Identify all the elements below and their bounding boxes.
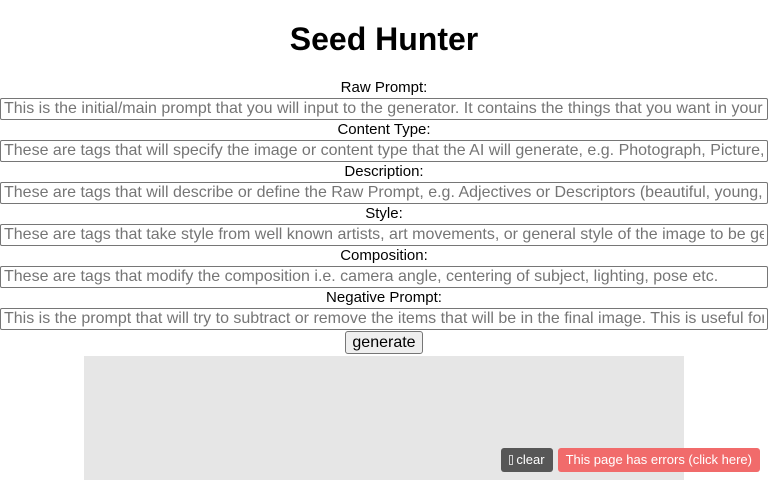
composition-input[interactable] [0, 266, 768, 288]
page-errors-button[interactable]: This page has errors (click here) [557, 448, 760, 472]
style-label: Style: [365, 205, 403, 222]
description-label: Description: [344, 163, 424, 180]
clear-button[interactable]: clear [501, 448, 553, 472]
console-bar: clear This page has errors (click here) [501, 448, 760, 472]
content-type-label: Content Type: [337, 121, 431, 138]
raw-prompt-label: Raw Prompt: [340, 79, 428, 96]
negative-prompt-input[interactable] [0, 308, 768, 330]
page-title: Seed Hunter [289, 21, 479, 57]
description-input[interactable] [0, 182, 768, 204]
raw-prompt-input[interactable] [0, 98, 768, 120]
prompt-form: Raw Prompt: Content Type: Description: S… [0, 78, 768, 355]
style-input[interactable] [0, 224, 768, 246]
composition-label: Composition: [340, 247, 428, 264]
generate-button[interactable]: generate [345, 331, 423, 354]
clear-label: clear [516, 452, 545, 467]
generate-wrap: generate [0, 331, 768, 355]
clear-icon [509, 455, 514, 465]
page: Seed Hunter Raw Prompt: Content Type: De… [0, 0, 768, 480]
negative-prompt-label: Negative Prompt: [326, 289, 442, 306]
content-type-input[interactable] [0, 140, 768, 162]
